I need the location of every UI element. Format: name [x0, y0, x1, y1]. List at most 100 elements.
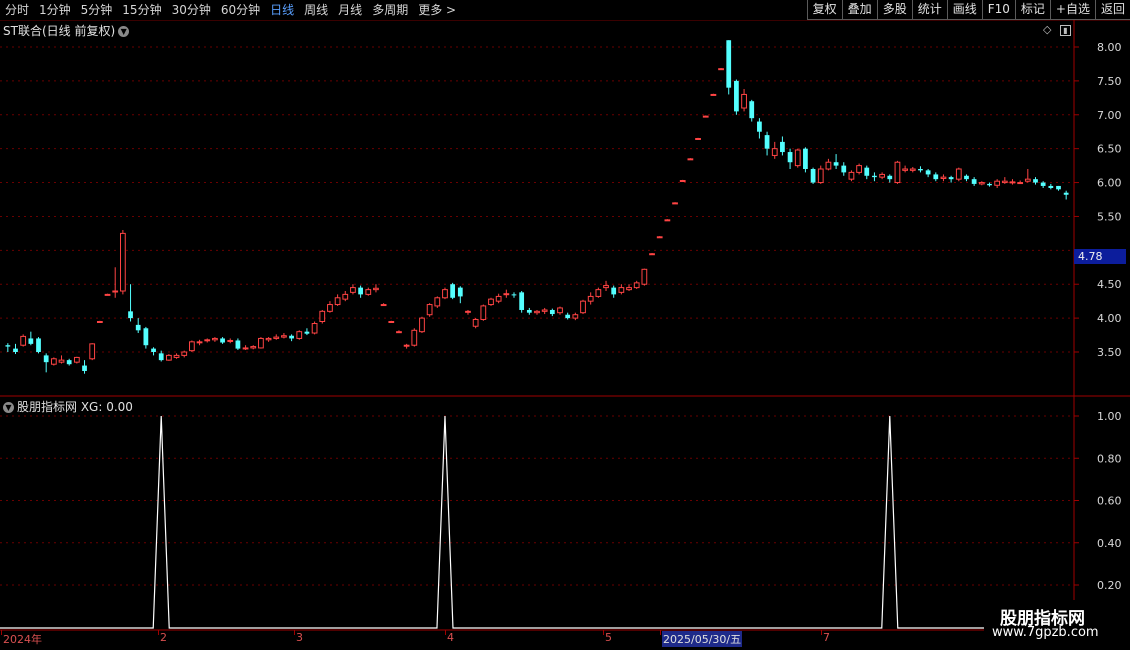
candle-body — [764, 135, 770, 149]
candle-body — [1040, 182, 1046, 186]
candle-body — [250, 346, 257, 349]
chevron-down-icon[interactable]: ▼ — [118, 26, 130, 37]
candle-body — [465, 310, 471, 313]
candle-body — [656, 236, 663, 239]
x-tick — [294, 630, 295, 635]
sub-panel-title[interactable]: ▼ 股朋指标网 XG: 0.00 — [3, 398, 133, 415]
candle-body — [73, 356, 80, 363]
candle-body — [43, 355, 49, 363]
candle-body — [856, 165, 862, 173]
candle-body — [419, 317, 425, 333]
watermark: 股朋指标网 www.7gpzb.com — [984, 600, 1130, 650]
candle-body — [994, 180, 1001, 186]
candle-body — [649, 253, 655, 256]
watermark-url: www.7gpzb.com — [992, 625, 1099, 640]
candle-body — [894, 161, 901, 184]
candle-body — [687, 158, 694, 161]
candle-body — [810, 169, 816, 183]
candle-body — [358, 287, 363, 295]
candle-body — [82, 365, 87, 371]
y-tick-label: 8.00 — [1097, 41, 1122, 54]
x-tick — [821, 630, 822, 635]
candle-body — [925, 170, 931, 175]
candle-body — [119, 232, 126, 292]
candle-body — [633, 282, 640, 289]
x-axis-label: 7 — [823, 631, 830, 644]
candle-body — [726, 40, 732, 88]
candle-body — [235, 340, 241, 349]
chart-canvas[interactable]: 8.00 7.50 7.00 6.50 6.00 5.50 4.50 4.00 3.50 1.00… — [0, 0, 1130, 650]
candle-body — [817, 168, 824, 184]
candle-body — [679, 180, 686, 183]
candle-body — [794, 149, 801, 167]
candle-body — [526, 309, 532, 313]
main-panel-title[interactable]: ST联合(日线 前复权) ▼ — [3, 22, 130, 39]
candle-body — [534, 310, 540, 314]
candle-body — [780, 141, 785, 153]
candle-body — [987, 183, 992, 186]
candle-body — [664, 219, 671, 222]
candle-body — [580, 300, 586, 314]
candle-body — [396, 331, 402, 334]
candle-body — [227, 339, 234, 342]
candle-body — [151, 348, 156, 352]
candle-body — [710, 93, 717, 96]
x-axis: 2024年 2 3 4 5 2025/05/30/五 7 — [0, 630, 984, 647]
candle-body — [1048, 185, 1054, 188]
candle-body — [864, 167, 870, 176]
candle-body — [803, 148, 808, 169]
candle-body — [158, 353, 164, 361]
xg-signal-line — [0, 415, 984, 629]
chevron-down-icon[interactable]: ▼ — [3, 402, 14, 413]
candle-body — [166, 354, 172, 361]
candle-body — [128, 311, 133, 319]
candle-body — [319, 310, 326, 323]
candle-body — [572, 314, 579, 319]
candle-body — [457, 287, 463, 297]
candle-body — [304, 331, 310, 334]
diamond-icon[interactable]: ◇ — [1043, 23, 1051, 36]
candle-body — [833, 162, 839, 166]
x-axis-label: 2 — [160, 631, 167, 644]
candle-body — [13, 348, 18, 352]
candle-body — [940, 176, 947, 179]
candle-body — [204, 339, 211, 342]
candle-body — [135, 324, 141, 331]
candle-body — [373, 287, 379, 291]
x-axis-label: 2024年 — [3, 633, 42, 646]
sub-panel-title-text: 股朋指标网 XG: 0.00 — [17, 400, 133, 414]
candle-body — [380, 304, 387, 307]
candle-body — [595, 289, 602, 297]
candle-body — [104, 293, 111, 296]
candle-body — [480, 305, 487, 320]
candle-body — [58, 359, 65, 363]
candle-body — [36, 338, 41, 352]
candle-body — [311, 323, 318, 334]
candle-body — [289, 335, 294, 339]
candle-body — [771, 148, 778, 156]
candle-body — [334, 297, 341, 306]
candle-body — [978, 182, 985, 185]
panel-toggle-icon[interactable]: ▮ — [1060, 25, 1071, 36]
x-axis-label: 2025/05/30/五 — [662, 631, 743, 647]
candle-body — [565, 314, 571, 319]
candle-body — [909, 168, 916, 171]
candle-body — [143, 328, 149, 346]
candle-body — [511, 294, 517, 296]
candle-body — [503, 293, 510, 296]
candle-body — [672, 202, 678, 205]
candle-body — [196, 341, 203, 344]
main-panel-title-text: ST联合(日线 前复权) — [3, 24, 116, 38]
candle-body — [841, 165, 847, 173]
candle-body — [626, 287, 632, 291]
candle-body — [1009, 181, 1016, 184]
y-tick-label: 0.80 — [1097, 452, 1122, 465]
candle-body — [472, 318, 479, 327]
x-axis-label: 3 — [296, 631, 303, 644]
x-tick — [603, 630, 604, 635]
y-tick-label: 0.20 — [1097, 579, 1122, 592]
y-tick-label: 5.50 — [1097, 210, 1122, 223]
x-tick — [660, 630, 661, 635]
candle-body — [848, 171, 855, 180]
candle-body — [695, 138, 701, 140]
